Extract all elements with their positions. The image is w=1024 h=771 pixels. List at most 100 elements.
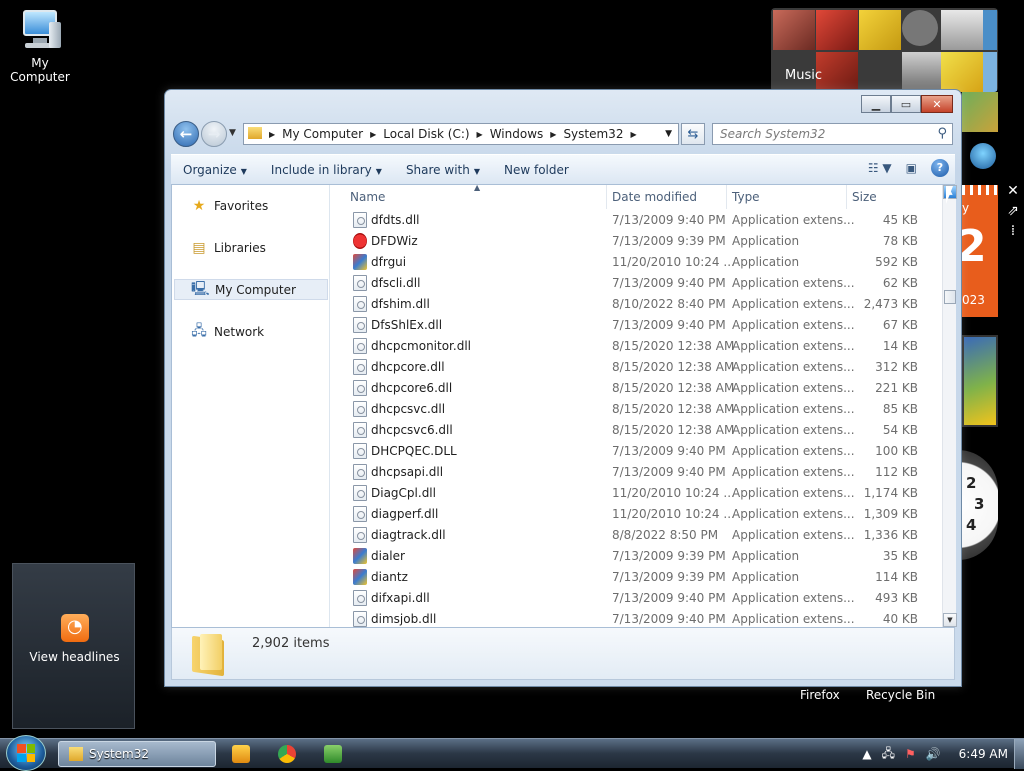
file-row[interactable]: diagperf.dll 11/20/2010 10:24 ... Applicat… [348, 503, 938, 524]
column-header-type[interactable]: Type [732, 190, 760, 204]
file-row[interactable]: dialer 7/13/2009 9:39 PM Application 35 KB [348, 545, 938, 566]
file-name: dhcpcsvc.dll [371, 401, 446, 416]
file-row[interactable]: dfdts.dll 7/13/2009 9:40 PM Application ex… [348, 209, 938, 230]
nav-item-my-computer[interactable]: 🖳 My Computer [174, 279, 328, 300]
taskbar-button-system32[interactable]: System32 [58, 741, 216, 767]
file-row[interactable]: dhcpcsvc.dll 8/15/2020 12:38 AM Applicatio… [348, 398, 938, 419]
chevron-down-icon: ▼ [375, 166, 382, 176]
breadcrumb-chevron-icon[interactable]: ▶ [475, 130, 485, 139]
file-size: 40 KB [882, 611, 918, 626]
show-hidden-icons-icon[interactable]: ▲ [862, 747, 871, 761]
file-row[interactable]: diagtrack.dll 8/8/2022 8:50 PM Application… [348, 524, 938, 545]
search-input[interactable]: Search System32 ⚲ [712, 123, 953, 145]
calendar-gadget[interactable]: y 2 023 [956, 185, 998, 317]
file-row[interactable]: dimsjob.dll 7/13/2009 9:40 PM Application … [348, 608, 938, 627]
share-with-button[interactable]: Share with ▼ [394, 163, 492, 177]
clock-gadget[interactable]: 2 3 4 [958, 450, 998, 560]
breadcrumb-chevron-icon[interactable]: ▶ [628, 130, 638, 139]
file-row[interactable]: dhcpsapi.dll 7/13/2009 9:40 PM Application… [348, 461, 938, 482]
vertical-scrollbar[interactable]: ▲ ▼ [942, 185, 957, 627]
new-folder-button[interactable]: New folder [492, 163, 581, 177]
close-button[interactable]: ✕ [921, 95, 953, 113]
breadcrumb-local-disk[interactable]: Local Disk (C:) [378, 127, 474, 141]
clock-number: 2 [966, 474, 977, 492]
column-header-name[interactable]: Name [350, 190, 385, 204]
start-button[interactable] [6, 735, 46, 771]
file-row[interactable]: difxapi.dll 7/13/2009 9:40 PM Application … [348, 587, 938, 608]
folder-icon [69, 747, 83, 761]
breadcrumb-chevron-icon[interactable]: ▶ [267, 130, 277, 139]
clock-time[interactable]: 6:49 AM [959, 747, 1008, 761]
column-header-size[interactable]: Size [852, 190, 877, 204]
file-row[interactable]: DHCPQEC.DLL 7/13/2009 9:40 PM Application … [348, 440, 938, 461]
file-type: Application [732, 254, 800, 269]
help-icon[interactable]: ? [931, 159, 949, 177]
forward-button[interactable]: → [201, 121, 227, 147]
organize-button[interactable]: Organize ▼ [171, 163, 259, 177]
csharp-app-icon[interactable] [324, 745, 342, 763]
file-type: Application [732, 233, 800, 248]
column-header-date[interactable]: Date modified [612, 190, 697, 204]
drag-handle-icon[interactable]: ⁞ [1004, 222, 1022, 240]
chrome-icon[interactable] [278, 745, 296, 763]
refresh-button[interactable]: ⇆ [681, 123, 705, 145]
slideshow-gadget[interactable] [962, 335, 998, 427]
view-options-icon[interactable]: ☷ ▼ [868, 161, 892, 175]
my-computer-desktop-icon[interactable]: My Computer [0, 8, 80, 84]
firefox-desktop-label[interactable]: Firefox [800, 688, 840, 702]
back-button[interactable]: ← [173, 121, 199, 147]
close-icon[interactable]: ✕ [1004, 182, 1022, 200]
share-with-label: Share with [405, 162, 470, 177]
file-row[interactable]: DFDWiz 7/13/2009 9:39 PM Application 78 KB [348, 230, 938, 251]
breadcrumb-my-computer[interactable]: My Computer [277, 127, 368, 141]
volume-icon[interactable]: 🔊 [926, 747, 941, 761]
address-history-dropdown[interactable]: ▼ [665, 129, 678, 139]
view-headlines-link[interactable]: View headlines [13, 650, 136, 664]
scroll-down-button[interactable]: ▼ [943, 613, 957, 627]
breadcrumb-system32[interactable]: System32 [558, 127, 628, 141]
action-center-icon[interactable]: ⚑ [905, 747, 916, 761]
breadcrumb-windows[interactable]: Windows [485, 127, 549, 141]
rss-gadget[interactable]: ◔ View headlines [12, 563, 135, 729]
file-row[interactable]: DiagCpl.dll 11/20/2010 10:24 ... Applicati… [348, 482, 938, 503]
address-bar[interactable]: ▶ My Computer ▶ Local Disk (C:) ▶ Window… [243, 123, 679, 145]
show-desktop-button[interactable] [1014, 739, 1024, 769]
maximize-button[interactable]: ▭ [891, 95, 921, 113]
file-size: 85 KB [882, 401, 918, 416]
file-size: 493 KB [875, 590, 918, 605]
file-row[interactable]: dfshim.dll 8/10/2022 8:40 PM Application e… [348, 293, 938, 314]
nav-item-label: Favorites [214, 198, 269, 213]
search-icon[interactable]: ⚲ [937, 126, 947, 141]
nav-item-network[interactable]: 🖧 Network [174, 321, 328, 342]
minimize-button[interactable]: ▁ [861, 95, 891, 113]
file-row[interactable]: dfrgui 11/20/2010 10:24 ... Application 592… [348, 251, 938, 272]
dll-file-icon [353, 464, 367, 480]
file-row[interactable]: dfscli.dll 7/13/2009 9:40 PM Application e… [348, 272, 938, 293]
file-row[interactable]: dhcpcmonitor.dll 8/15/2020 12:38 AM Applic… [348, 335, 938, 356]
file-row[interactable]: dhcpcore.dll 8/15/2020 12:38 AM Applicatio… [348, 356, 938, 377]
file-name: DfsShlEx.dll [371, 317, 443, 332]
file-row[interactable]: dhcpcore6.dll 8/15/2020 12:38 AM Applicati… [348, 377, 938, 398]
file-row[interactable]: dhcpcsvc6.dll 8/15/2020 12:38 AM Applicati… [348, 419, 938, 440]
dll-file-icon [353, 527, 367, 543]
preview-pane-icon[interactable]: ▣ [906, 161, 917, 175]
dll-file-icon [353, 422, 367, 438]
dll-file-icon [353, 275, 367, 291]
file-date-modified: 7/13/2009 9:40 PM [612, 611, 726, 626]
breadcrumb-chevron-icon[interactable]: ▶ [548, 130, 558, 139]
media-player-icon[interactable] [232, 745, 250, 763]
file-row[interactable]: DfsShlEx.dll 7/13/2009 9:40 PM Application… [348, 314, 938, 335]
breadcrumb-chevron-icon[interactable]: ▶ [368, 130, 378, 139]
network-tray-icon[interactable]: 🖧 [882, 744, 895, 765]
recycle-bin-desktop-label[interactable]: Recycle Bin [866, 688, 935, 702]
media-gadget[interactable]: Music [771, 8, 998, 92]
expand-icon[interactable]: ⇗ [1004, 202, 1022, 220]
include-in-library-button[interactable]: Include in library ▼ [259, 163, 394, 177]
nav-item-favorites[interactable]: ★ Favorites [174, 195, 328, 216]
nav-item-libraries[interactable]: ▤ Libraries [174, 237, 328, 258]
recent-pages-dropdown[interactable]: ▼ [229, 128, 236, 138]
taskbar-button-label: System32 [89, 747, 150, 761]
file-name: dialer [371, 548, 405, 563]
file-row[interactable]: diantz 7/13/2009 9:39 PM Application 114 KB [348, 566, 938, 587]
scroll-thumb[interactable] [944, 290, 956, 304]
